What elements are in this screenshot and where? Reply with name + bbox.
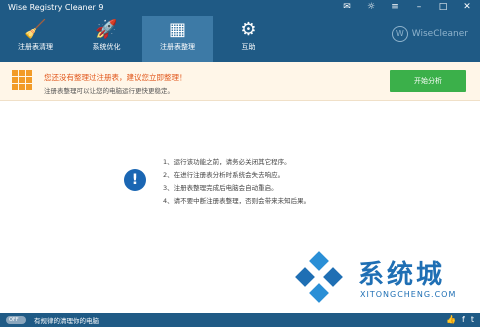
minimize-button[interactable]: – [412, 2, 426, 12]
app-title: Wise Registry Cleaner 9 [8, 3, 104, 12]
warning-subtitle: 注册表整理可以让您的电脑运行更快更稳定。 [44, 87, 174, 95]
tab-system-optimize[interactable]: 🚀 系统优化 [71, 16, 142, 62]
window-controls: ✉ ☼ ≡ – □ ✕ [340, 2, 474, 12]
broom-icon: 🧹 [24, 18, 47, 40]
skin-icon[interactable]: ☼ [364, 2, 378, 12]
close-button[interactable]: ✕ [460, 2, 474, 12]
tab-registry-clean[interactable]: 🧹 注册表清理 [0, 16, 71, 62]
tab-label: 系统优化 [92, 43, 121, 51]
gear-tools-icon: ⚙ [240, 18, 257, 40]
title-bar: Wise Registry Cleaner 9 ✉ ☼ ≡ – □ ✕ 🧹 注册… [0, 0, 480, 62]
defrag-blocks-icon [12, 70, 32, 90]
watermark-url: XITONGCHENG.COM [360, 290, 457, 299]
status-bar: OFF 有规律的清理你的电脑 👍 f t [0, 313, 480, 327]
tab-label: 互助 [241, 43, 256, 51]
schedule-toggle[interactable]: OFF [6, 316, 26, 324]
tab-label: 注册表整理 [160, 43, 195, 51]
tab-registry-defrag[interactable]: ▦ 注册表整理 [142, 16, 213, 62]
start-analysis-button[interactable]: 开始分析 [390, 70, 466, 92]
status-text: 有规律的清理你的电脑 [34, 317, 99, 325]
watermark-text: 系统城 [358, 260, 446, 290]
brand-logo-icon: W [391, 26, 408, 42]
tab-label: 注册表清理 [18, 43, 53, 51]
main-tabs: 🧹 注册表清理 🚀 系统优化 ▦ 注册表整理 ⚙ 互助 [0, 16, 284, 62]
tab-help[interactable]: ⚙ 互助 [213, 16, 284, 62]
blocks-icon: ▦ [168, 18, 186, 40]
facebook-icon[interactable]: f [462, 315, 465, 324]
warning-title: 您还没有整理过注册表，建议您立即整理！ [44, 73, 187, 82]
info-icon: ! [124, 169, 146, 191]
instruction-list: 1、运行该功能之前，请务必关闭其它程序。 2、在进行注册表分析时系统会失去响应。… [163, 156, 310, 208]
instruction-item: 1、运行该功能之前，请务必关闭其它程序。 [163, 158, 291, 166]
brand: W WiseCleaner [391, 26, 468, 42]
menu-icon[interactable]: ≡ [388, 2, 402, 12]
instruction-item: 2、在进行注册表分析时系统会失去响应。 [163, 171, 285, 179]
feedback-icon[interactable]: ✉ [340, 2, 354, 12]
watermark: 系统城 XITONGCHENG.COM [290, 250, 480, 320]
maximize-button[interactable]: □ [436, 2, 450, 12]
twitter-icon[interactable]: t [471, 315, 474, 324]
rocket-icon: 🚀 [95, 18, 118, 40]
watermark-logo-icon [295, 251, 343, 303]
instruction-item: 3、注册表整理完成后电脑会自动重启。 [163, 184, 278, 192]
brand-name: WiseCleaner [411, 29, 468, 39]
like-icon[interactable]: 👍 [446, 315, 456, 324]
social-links: 👍 f t [446, 315, 474, 324]
instruction-item: 4、请不要中断注册表整理，否则会带来未知后果。 [163, 197, 311, 205]
